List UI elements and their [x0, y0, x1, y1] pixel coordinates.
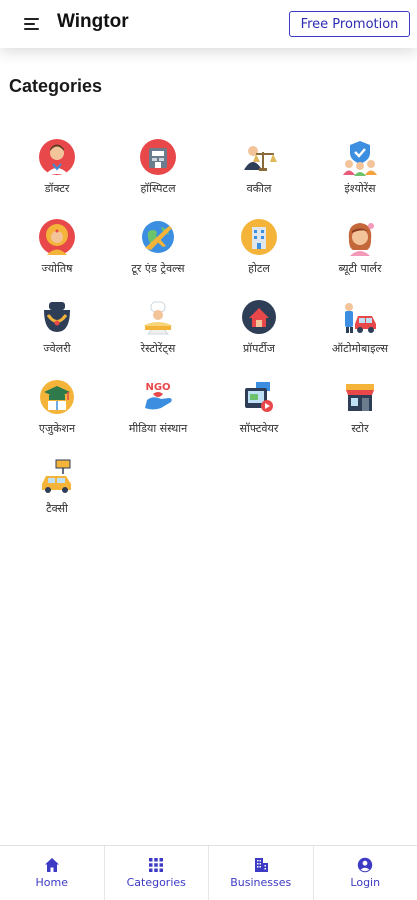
category-tile-properties[interactable]: प्रॉपर्टीज	[214, 286, 304, 360]
nav-label: Login	[350, 876, 381, 889]
category-tile-astrology[interactable]: ज्योतिष	[12, 206, 102, 280]
svg-text:NGO: NGO	[145, 382, 170, 393]
category-tile-restaurants[interactable]: रेस्टोरेंट्स	[113, 286, 203, 360]
category-tile-hospital[interactable]: हॉस्पिटल	[113, 126, 203, 200]
doctor-icon	[38, 138, 76, 176]
category-label: हॉस्पिटल	[140, 182, 176, 195]
ngo-media-icon: NGO	[139, 378, 177, 416]
bottom-navigation: Home Categories Businesses Login	[0, 845, 417, 900]
category-label: रेस्टोरेंट्स	[140, 342, 176, 355]
user-icon	[357, 857, 373, 873]
category-tile-automobiles[interactable]: ऑटोमोबाइल्स	[315, 286, 405, 360]
category-label: टैक्सी	[46, 502, 68, 515]
category-label: एजुकेशन	[38, 422, 76, 435]
category-label: होटल	[248, 262, 270, 275]
nav-businesses[interactable]: Businesses	[209, 846, 314, 900]
software-icon	[240, 378, 278, 416]
store-icon	[341, 378, 379, 416]
category-label: टूर एंड ट्रेवल्स	[131, 262, 185, 275]
taxi-icon	[38, 458, 76, 496]
nav-label: Businesses	[230, 876, 292, 889]
category-tile-store[interactable]: स्टोर	[315, 366, 405, 440]
category-label: वकील	[246, 182, 272, 195]
category-label: ब्यूटी पार्लर	[338, 262, 382, 275]
category-tile-lawyer[interactable]: वकील	[214, 126, 304, 200]
free-promotion-button[interactable]: Free Promotion	[289, 11, 410, 37]
lawyer-icon	[240, 138, 278, 176]
property-icon	[240, 298, 278, 336]
hamburger-menu-icon[interactable]	[24, 16, 42, 32]
education-icon	[38, 378, 76, 416]
category-label: मीडिया संस्थान	[128, 422, 188, 435]
nav-label: Home	[35, 876, 68, 889]
hospital-icon	[139, 138, 177, 176]
insurance-icon	[341, 138, 379, 176]
category-tile-tour-travels[interactable]: टूर एंड ट्रेवल्स	[113, 206, 203, 280]
category-tile-education[interactable]: एजुकेशन	[12, 366, 102, 440]
building-icon	[253, 857, 269, 873]
travel-icon	[139, 218, 177, 256]
category-tile-media-institute[interactable]: NGO मीडिया संस्थान	[113, 366, 203, 440]
section-title: Categories	[9, 76, 103, 96]
category-label: डॉक्टर	[44, 182, 70, 195]
automobile-icon	[341, 298, 379, 336]
hotel-icon	[240, 218, 278, 256]
category-label: प्रॉपर्टीज	[243, 342, 275, 355]
nav-categories[interactable]: Categories	[105, 846, 209, 900]
category-label: ऑटोमोबाइल्स	[331, 342, 389, 355]
nav-home[interactable]: Home	[0, 846, 105, 900]
app-bar: Wingtor Free Promotion	[0, 0, 417, 48]
category-tile-doctor[interactable]: डॉक्टर	[12, 126, 102, 200]
category-tile-jewellery[interactable]: ज्वेलरी	[12, 286, 102, 360]
category-label: सॉफ्टवेयर	[239, 422, 279, 435]
category-tile-beauty-parlour[interactable]: ब्यूटी पार्लर	[315, 206, 405, 280]
nav-login[interactable]: Login	[314, 846, 417, 900]
category-tile-insurance[interactable]: इंश्योरेंस	[315, 126, 405, 200]
jewellery-icon	[38, 298, 76, 336]
category-label: इंश्योरेंस	[344, 182, 376, 195]
astrologer-icon	[38, 218, 76, 256]
category-label: ज्योतिष	[41, 262, 73, 275]
grid-icon	[148, 857, 164, 873]
nav-label: Categories	[126, 876, 186, 889]
category-tile-software[interactable]: सॉफ्टवेयर	[214, 366, 304, 440]
category-label: ज्वेलरी	[43, 342, 71, 355]
category-tile-taxi[interactable]: टैक्सी	[12, 446, 102, 520]
restaurant-chef-icon	[139, 298, 177, 336]
category-tile-hotel[interactable]: होटल	[214, 206, 304, 280]
home-icon	[44, 857, 60, 873]
beauty-parlour-icon	[341, 218, 379, 256]
category-label: स्टोर	[351, 422, 369, 435]
app-title: Wingtor	[57, 11, 129, 32]
